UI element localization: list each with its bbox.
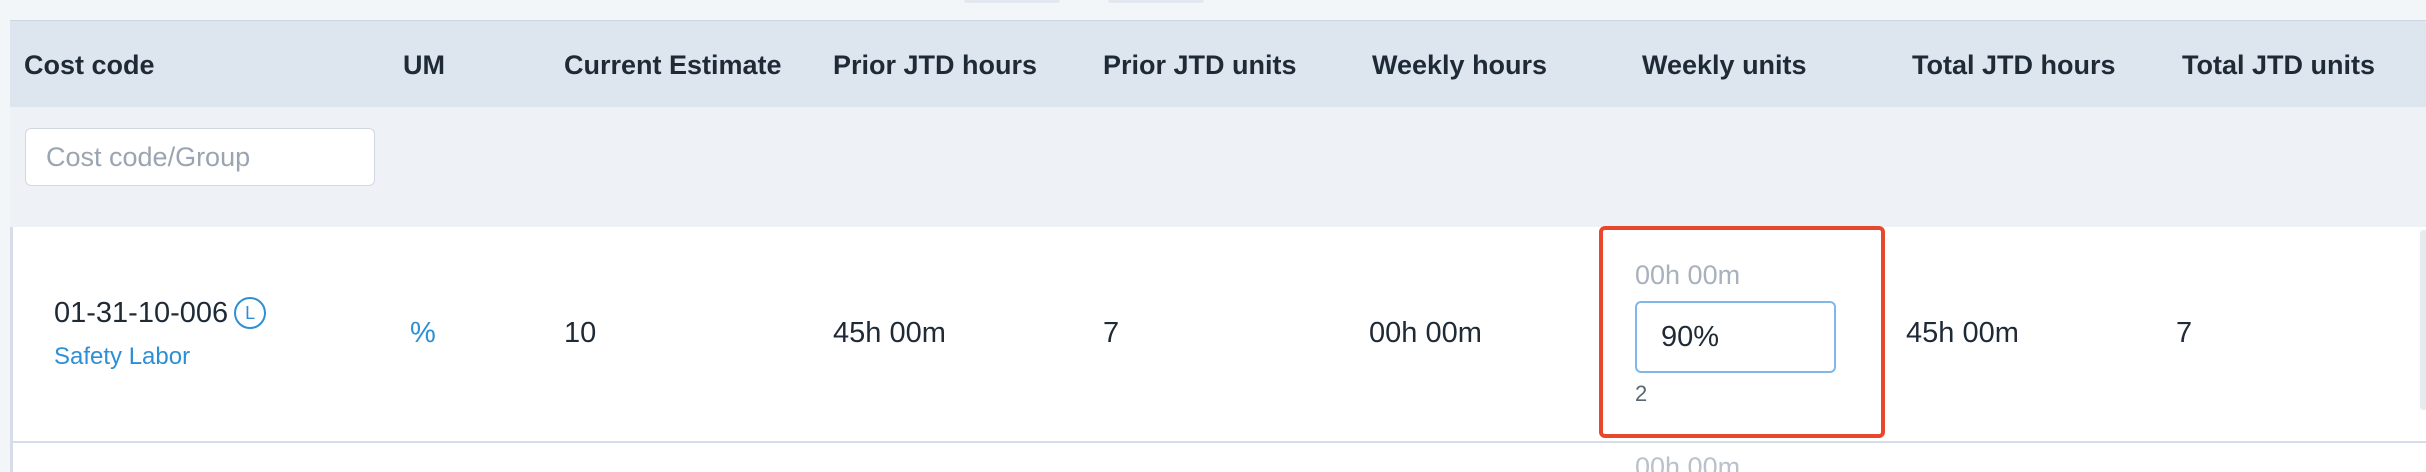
page: Cost code UM Current Estimate Prior JTD … bbox=[0, 0, 2426, 472]
filter-row bbox=[10, 107, 2426, 227]
top-tab[interactable] bbox=[964, 0, 1060, 3]
column-header-um[interactable]: UM bbox=[403, 50, 445, 81]
um-link[interactable]: % bbox=[410, 317, 436, 350]
prior-jtd-hours-cell: 45h 00m bbox=[833, 317, 946, 349]
column-header-weekly-hours[interactable]: Weekly hours bbox=[1372, 50, 1547, 81]
column-header-prior-jtd-units[interactable]: Prior JTD units bbox=[1103, 50, 1297, 81]
column-header-cost-code[interactable]: Cost code bbox=[24, 50, 155, 81]
column-header-prior-jtd-hours[interactable]: Prior JTD hours bbox=[833, 50, 1037, 81]
weekly-units-count: 2 bbox=[1635, 381, 1648, 406]
weekly-hours-cell: 00h 00m bbox=[1369, 317, 1482, 349]
units-table: Cost code UM Current Estimate Prior JTD … bbox=[10, 20, 2426, 472]
column-header-total-jtd-units[interactable]: Total JTD units bbox=[2182, 50, 2375, 81]
labor-badge-icon: L bbox=[234, 297, 267, 329]
top-strip bbox=[0, 0, 2426, 20]
total-jtd-hours-cell: 45h 00m bbox=[1906, 317, 2019, 349]
top-tab[interactable] bbox=[1108, 0, 1204, 3]
table-header-row: Cost code UM Current Estimate Prior JTD … bbox=[10, 20, 2426, 107]
cost-code-value: 01-31-10-006 bbox=[54, 297, 229, 329]
cost-code-cell: 01-31-10-006 L bbox=[54, 297, 267, 330]
weekly-units-hours-placeholder: 00h 00m bbox=[1635, 260, 1741, 290]
current-estimate-cell: 10 bbox=[564, 317, 597, 349]
cost-code-description-link[interactable]: Safety Labor bbox=[54, 343, 190, 371]
table-row: 00h 00m bbox=[10, 443, 2426, 472]
prior-jtd-units-cell: 7 bbox=[1103, 317, 1120, 349]
column-header-current-estimate[interactable]: Current Estimate bbox=[564, 50, 782, 81]
total-jtd-units-cell: 7 bbox=[2176, 317, 2193, 349]
cost-code-filter-input[interactable] bbox=[25, 128, 375, 186]
column-header-total-jtd-hours[interactable]: Total JTD hours bbox=[1912, 50, 2116, 81]
column-header-weekly-units[interactable]: Weekly units bbox=[1642, 50, 1807, 81]
table-row: 01-31-10-006 L Safety Labor % 10 45h 00m … bbox=[10, 226, 2426, 443]
next-row-hours-placeholder: 00h 00m bbox=[1635, 452, 1741, 472]
weekly-units-input[interactable] bbox=[1635, 301, 1836, 373]
horizontal-scroll-handle[interactable] bbox=[2420, 230, 2426, 410]
